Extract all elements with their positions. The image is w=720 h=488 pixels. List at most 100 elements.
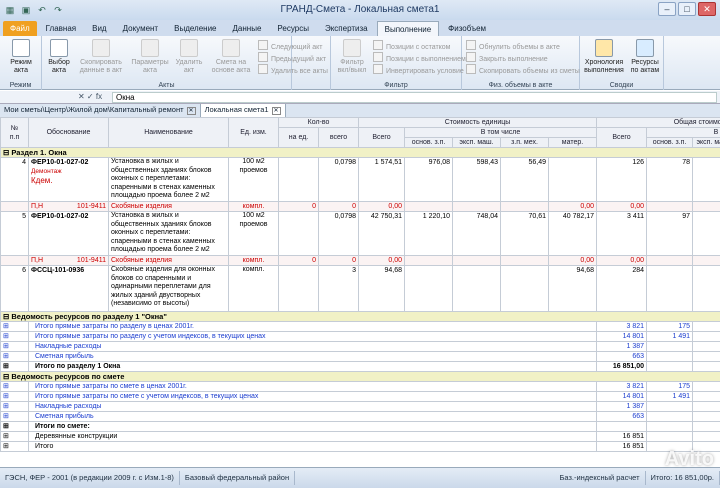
summary-base-zp[interactable] (646, 421, 694, 432)
summary-label[interactable]: Сметная прибыль (27, 351, 598, 362)
summary-eksp[interactable]: 108 (692, 321, 720, 332)
row-number[interactable]: 6 (0, 265, 29, 312)
summary-row[interactable]: ⊞ Итого прямые затраты по смете в ценах 2… (0, 381, 720, 392)
subrow-em[interactable] (452, 255, 502, 266)
expand-icon[interactable]: ⊞ (0, 381, 29, 392)
row-name[interactable]: Установка в жилых и общественных зданиях… (108, 157, 229, 202)
row-base-zp[interactable]: 1 220,10 (404, 211, 454, 256)
filter-toggle-button[interactable]: Фильтр вкл/выкл (335, 39, 369, 75)
expand-icon[interactable]: ⊞ (0, 361, 29, 372)
row-number[interactable]: 5 (0, 211, 29, 256)
summary-total[interactable]: 3 821 (596, 321, 648, 332)
table-row[interactable]: 5 ФЕР10-01-027-02 Установка в жилых и обще… (0, 211, 720, 256)
row-qty-per[interactable] (278, 265, 319, 312)
minimize-button[interactable]: – (658, 2, 676, 16)
row-basis[interactable]: ФЕР10-01-027-02 (28, 211, 109, 256)
row-zp-meh[interactable]: 70,61 (500, 211, 550, 256)
col-eksp[interactable]: эксп. маш. (452, 137, 502, 148)
tab-file[interactable]: Файл (3, 21, 37, 36)
subrow-unit[interactable]: компл. (228, 201, 279, 212)
tab-data[interactable]: Данные (226, 21, 269, 36)
row-eksp[interactable]: 748,04 (452, 211, 502, 256)
summary-eksp[interactable] (692, 401, 720, 412)
col-mater[interactable]: матер. (548, 137, 598, 148)
summary-eksp[interactable] (692, 351, 720, 362)
summary-row[interactable]: ⊞ Накладные расходы 1 387 (0, 401, 720, 412)
col-unit[interactable]: Ед. изм. (228, 117, 279, 148)
col-num[interactable]: № п.п (0, 117, 29, 148)
summary-eksp[interactable]: 108 (692, 381, 720, 392)
summary-base-zp[interactable] (646, 401, 694, 412)
row-eksp[interactable]: 598,43 (452, 157, 502, 202)
done-positions-button[interactable]: Позиции с выполнением (373, 52, 466, 63)
summary-base-zp[interactable]: 175 (646, 381, 694, 392)
summary-row[interactable]: ⊞ Деревянные конструкции 16 851 (0, 431, 720, 442)
expand-icon[interactable]: ⊞ (0, 431, 29, 442)
col-cost-all[interactable]: Всего (358, 127, 406, 148)
summary-label[interactable]: Итого прямые затраты по разделу с учетом… (27, 331, 598, 342)
row-total-eksp[interactable] (692, 265, 720, 312)
row-total-all[interactable]: 3 411 (596, 211, 648, 256)
summary-base-zp[interactable] (646, 411, 694, 422)
col-total-cost[interactable]: Общая стоимость (596, 117, 720, 128)
subrow[interactable]: П,Н 101-9411 Скобяные изделия компл. 0 0 0,00 0… (0, 255, 720, 266)
status-norm-base[interactable]: ГЭСН, ФЕР - 2001 (в редакции 2009 г. с И… (0, 471, 180, 485)
summary-total[interactable] (596, 421, 648, 432)
summary-eksp[interactable] (692, 411, 720, 422)
summary-row[interactable]: ⊞ Сметная прибыль 663 (0, 411, 720, 422)
row-total-base-zp[interactable] (646, 265, 694, 312)
summary-total[interactable]: 16 851 (596, 441, 648, 452)
row-cost-all[interactable]: 42 750,31 (358, 211, 406, 256)
summary-eksp[interactable] (692, 441, 720, 452)
subrow-cost-all[interactable]: 0,00 (358, 255, 406, 266)
subrow-qty-total[interactable]: 0 (317, 255, 360, 266)
summary-row[interactable]: ⊞ Итого прямые затраты по смете с учетом … (0, 391, 720, 402)
summary-row[interactable]: ⊞ Итого по разделу 1 Окна 16 851,00 (0, 361, 720, 372)
summary-total[interactable]: 14 801 (596, 331, 648, 342)
section-resources-row[interactable]: ⊟ Ведомость ресурсов по разделу 1 "Окна" (0, 311, 720, 322)
row-base-zp[interactable] (404, 265, 454, 312)
summary-eksp[interactable] (692, 421, 720, 432)
summary-total[interactable]: 1 387 (596, 401, 648, 412)
row-unit[interactable]: 100 м2 проемов (228, 211, 279, 256)
tab-execution[interactable]: Выполнение (376, 21, 440, 36)
summary-row[interactable]: ⊞ Итого 16 851 (0, 441, 720, 452)
row-qty-total[interactable]: 3 (317, 265, 360, 312)
col-qty-per-unit[interactable]: на ед. (278, 127, 319, 148)
copy-to-act-button[interactable]: Скопировать данные в акт (74, 39, 128, 75)
close-execution-button[interactable]: Закрыть выполнение (466, 52, 548, 63)
app-icon[interactable]: ▦ (4, 4, 16, 16)
expand-icon[interactable]: ⊞ (0, 411, 29, 422)
summary-label[interactable]: Итого прямые затраты по смете с учетом и… (27, 391, 598, 402)
table-row[interactable]: 6 ФССЦ-101-0936 Скобяные изделия для оконн… (0, 265, 720, 312)
doc-tab-active[interactable]: Локальная смета1 ✕ (200, 104, 286, 117)
row-mater[interactable]: 40 782,17 (548, 211, 598, 256)
summary-base-zp[interactable]: 1 491 (646, 391, 694, 402)
expand-icon[interactable]: ⊞ (0, 421, 29, 432)
col-name[interactable]: Наименование (108, 117, 229, 148)
summary-label[interactable]: Накладные расходы (27, 341, 598, 352)
summary-row[interactable]: ⊞ Сметная прибыль 663 (0, 351, 720, 362)
summary-base-zp[interactable] (646, 361, 694, 372)
redo-icon[interactable]: ↷ (52, 4, 64, 16)
summary-eksp[interactable]: 491 (692, 331, 720, 342)
delete-act-button[interactable]: Удалить акт (172, 39, 206, 75)
summary-eksp[interactable] (692, 431, 720, 442)
summary-row[interactable]: ⊞ Накладные расходы 1 387 (0, 341, 720, 352)
close-tab-icon[interactable]: ✕ (271, 107, 281, 115)
expand-icon[interactable]: ⊞ (0, 401, 29, 412)
col-eksp-total[interactable]: эксп. маш. (692, 137, 720, 148)
row-total-eksp[interactable]: 48 (692, 157, 720, 202)
row-total-all[interactable]: 126 (596, 157, 648, 202)
row-mater[interactable] (548, 157, 598, 202)
summary-label[interactable]: Итого (27, 441, 598, 452)
act-params-button[interactable]: Параметры акта (130, 39, 170, 75)
summary-total[interactable]: 14 801 (596, 391, 648, 402)
tab-resources[interactable]: Ресурсы (270, 21, 316, 36)
col-qty-total[interactable]: всего (317, 127, 360, 148)
col-qty[interactable]: Кол-во (277, 117, 360, 128)
subrow-c2[interactable] (646, 201, 694, 212)
subrow-name[interactable]: Скобяные изделия (108, 255, 229, 266)
maximize-button[interactable]: □ (678, 2, 696, 16)
row-qty-per[interactable] (278, 211, 319, 256)
